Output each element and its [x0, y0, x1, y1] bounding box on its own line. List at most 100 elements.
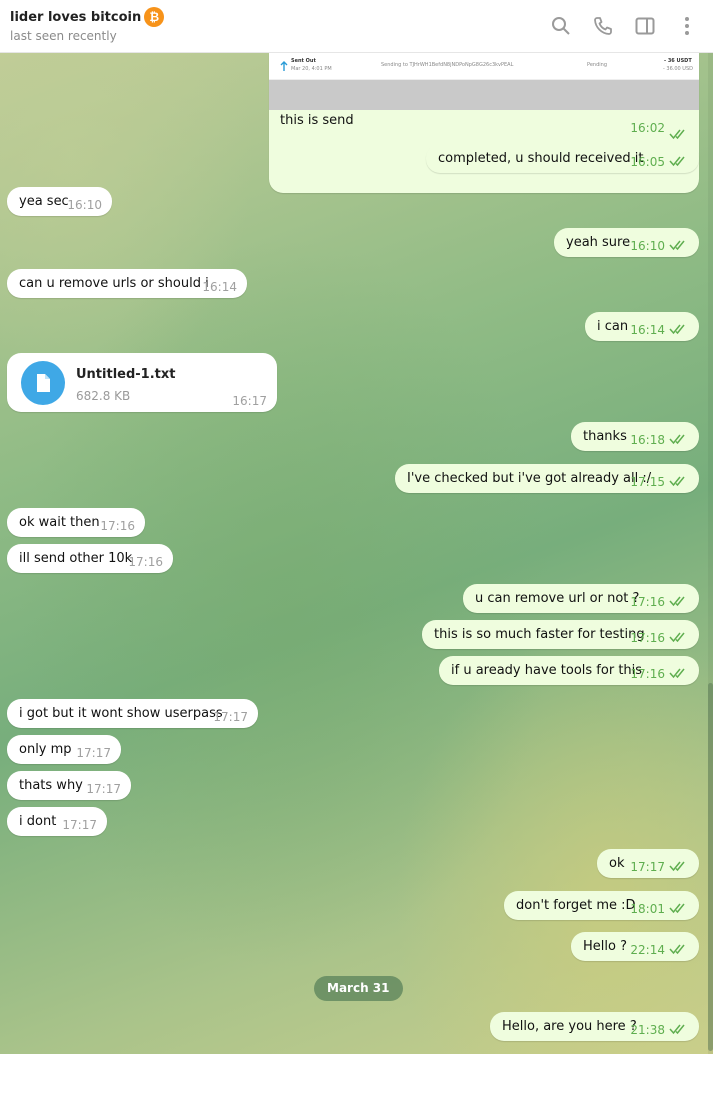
message-time: 17:17	[630, 860, 665, 874]
bottom-blank-area	[0, 1054, 713, 1111]
transaction-amount-usd: - 36.00 USD	[663, 66, 693, 72]
message-text: completed, u should received it	[438, 151, 644, 166]
chat-area[interactable]: Sent Out Mar 20, 4:01 PM Sending to TJHr…	[0, 53, 713, 1054]
transaction-status: Pending	[587, 62, 607, 68]
file-message[interactable]: Untitled-1.txt 682.8 KB 16:17	[7, 353, 277, 412]
message-time: 17:16	[630, 667, 665, 681]
transaction-screenshot[interactable]: Sent Out Mar 20, 4:01 PM Sending to TJHr…	[269, 53, 699, 110]
more-options-button[interactable]	[675, 14, 699, 38]
message-time: 17:16	[100, 519, 135, 533]
sidebar-icon	[635, 17, 655, 35]
message-time: 16:10	[630, 239, 665, 253]
header-actions	[549, 14, 699, 38]
message-text: if u aready have tools for this	[451, 663, 643, 678]
double-check-icon	[669, 434, 685, 445]
message-text: this is so much faster for testing	[434, 627, 645, 642]
outgoing-message[interactable]: completed, u should received it 16:05	[426, 144, 699, 173]
message-time: 16:14	[630, 323, 665, 337]
message-text: yeah sure	[566, 235, 631, 250]
message-text: don't forget me :D	[516, 898, 636, 913]
chat-title-text: lider loves bitcoin	[10, 9, 142, 25]
message-time: 16:02	[630, 121, 665, 135]
message-text: yea sec	[19, 194, 69, 209]
incoming-message[interactable]: i dont 17:17	[7, 807, 107, 836]
incoming-message[interactable]: yea sec 16:10	[7, 187, 112, 216]
file-download-button[interactable]	[21, 361, 65, 405]
double-check-icon	[669, 903, 685, 914]
incoming-message[interactable]: ok wait then 17:16	[7, 508, 145, 537]
outgoing-message[interactable]: if u aready have tools for this 17:16	[439, 656, 699, 685]
incoming-message[interactable]: ill send other 10k 17:16	[7, 544, 173, 573]
double-check-icon	[669, 668, 685, 679]
outgoing-message[interactable]: Hello ? 22:14	[571, 932, 699, 961]
message-time: 16:05	[630, 155, 665, 169]
transaction-desc: Sending to TJHrWH1BefdN8jNDPoNpG8G26c3kv…	[381, 62, 514, 68]
bitcoin-emoji-icon: ₿	[144, 7, 165, 27]
phone-icon	[594, 17, 612, 35]
message-text: thats why	[19, 778, 83, 793]
transaction-label: Sent Out	[291, 58, 316, 64]
double-check-icon	[669, 632, 685, 643]
message-text: ok wait then	[19, 515, 100, 530]
message-time: 21:38	[630, 1023, 665, 1037]
chat-title[interactable]: lider loves bitcoin ₿	[10, 7, 165, 27]
double-check-icon	[669, 1024, 685, 1035]
message-text: i can	[597, 319, 629, 334]
message-text: I've checked but i've got already all :/	[407, 471, 652, 486]
chat-status: last seen recently	[10, 29, 117, 43]
double-check-icon	[669, 944, 685, 955]
incoming-message[interactable]: i got but it wont show userpass 17:17	[7, 699, 258, 728]
message-text: only mp	[19, 742, 72, 757]
outgoing-message[interactable]: i can 16:14	[585, 312, 699, 341]
date-separator: March 31	[314, 976, 403, 1001]
transaction-date: Mar 20, 4:01 PM	[291, 66, 332, 72]
outgoing-message[interactable]: thanks 16:18	[571, 422, 699, 451]
message-time: 16:10	[67, 198, 102, 212]
double-check-icon	[669, 324, 685, 335]
scrollbar-track[interactable]	[708, 53, 713, 1054]
message-time: 17:16	[630, 595, 665, 609]
message-time: 16:17	[232, 394, 267, 408]
outgoing-message[interactable]: u can remove url or not ? 17:16	[463, 584, 699, 613]
outgoing-message[interactable]: ok 17:17	[597, 849, 699, 878]
double-check-icon	[669, 129, 685, 140]
incoming-message[interactable]: can u remove urls or should i 16:14	[7, 269, 247, 298]
message-text: ill send other 10k	[19, 551, 133, 566]
file-name[interactable]: Untitled-1.txt	[76, 367, 175, 382]
transaction-amount: - 36 USDT	[664, 58, 692, 64]
message-text: this is send	[280, 113, 354, 128]
message-time: 16:14	[202, 280, 237, 294]
message-time: 17:15	[630, 475, 665, 489]
file-size: 682.8 KB	[76, 389, 131, 403]
double-check-icon	[669, 596, 685, 607]
message-text: can u remove urls or should i	[19, 276, 209, 291]
message-time: 18:01	[630, 902, 665, 916]
search-button[interactable]	[549, 14, 573, 38]
outgoing-message[interactable]: yeah sure 16:10	[554, 228, 699, 257]
double-check-icon	[669, 240, 685, 251]
message-time: 17:17	[62, 818, 97, 832]
outgoing-message[interactable]: I've checked but i've got already all :/…	[395, 464, 699, 493]
call-button[interactable]	[591, 14, 615, 38]
message-text: Hello ?	[583, 939, 627, 954]
outgoing-message[interactable]: don't forget me :D 18:01	[504, 891, 699, 920]
incoming-message[interactable]: thats why 17:17	[7, 771, 131, 800]
outgoing-message[interactable]: this is so much faster for testing 17:16	[422, 620, 699, 649]
more-vertical-icon	[685, 17, 689, 35]
message-time: 17:16	[128, 555, 163, 569]
incoming-message[interactable]: only mp 17:17	[7, 735, 121, 764]
message-text: thanks	[583, 429, 627, 444]
toggle-sidebar-button[interactable]	[633, 14, 657, 38]
double-check-icon	[669, 861, 685, 872]
screenshot-blank-area	[269, 80, 699, 110]
double-check-icon	[669, 156, 685, 167]
message-time: 17:17	[76, 746, 111, 760]
message-time: 17:17	[86, 782, 121, 796]
message-text: u can remove url or not ?	[475, 591, 640, 606]
scrollbar-thumb[interactable]	[708, 683, 713, 1051]
outgoing-message[interactable]: Hello, are you here ? 21:38	[490, 1012, 699, 1041]
message-text: i dont	[19, 814, 57, 829]
message-time: 16:18	[630, 433, 665, 447]
search-icon	[552, 17, 570, 35]
message-text: Hello, are you here ?	[502, 1019, 637, 1034]
